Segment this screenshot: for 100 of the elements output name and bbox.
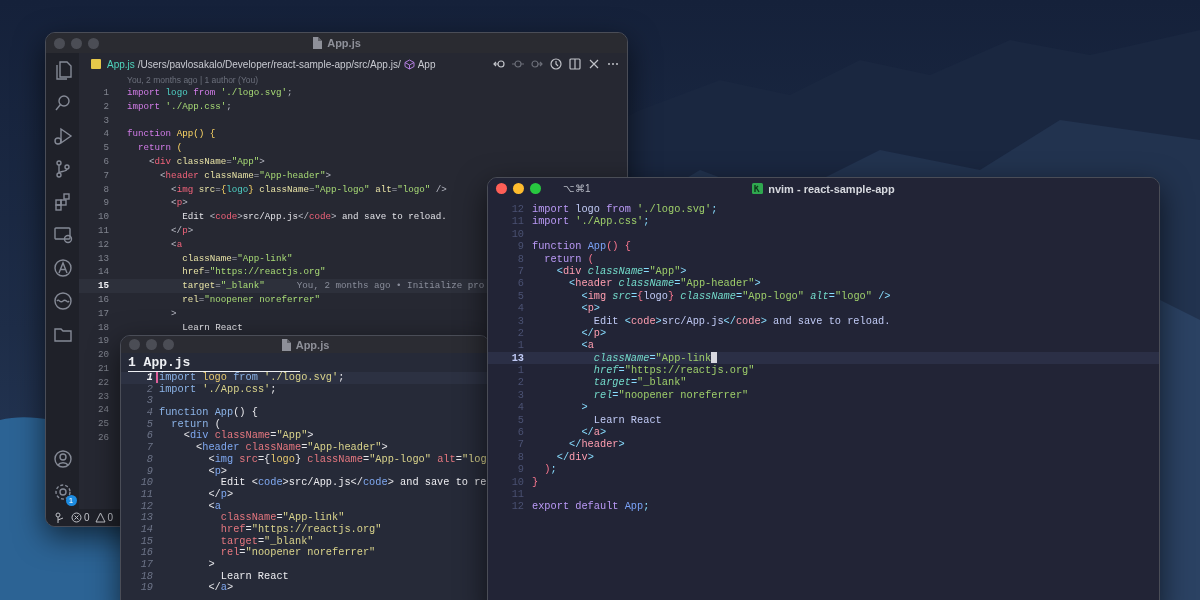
code-line: > <box>580 401 588 414</box>
code-line: <p> <box>170 196 188 211</box>
code-line: target="_blank" <box>181 279 265 293</box>
code-line: target="_blank" <box>219 535 314 547</box>
line-number: 21 <box>97 361 109 376</box>
code-line: href="https://reactjs.org" <box>592 364 755 377</box>
line-number: 2 <box>103 99 109 114</box>
breadcrumb-file[interactable]: App.js <box>107 58 135 70</box>
code-line: > <box>207 559 215 571</box>
blame-annotation: You, 2 months ago • Initialize pro <box>296 279 485 293</box>
text-cursor <box>711 351 718 364</box>
code-line: <img src={logo} className="App-logo" alt="log <box>207 453 487 466</box>
cube-icon <box>403 58 415 70</box>
line-number: 19 <box>140 582 153 595</box>
code-line: import logo from './logo.svg'; <box>127 86 293 100</box>
code-line: import './App.css'; <box>532 215 650 228</box>
warning-icon <box>94 512 106 523</box>
error-count[interactable]: 0 <box>84 512 90 523</box>
code-line: Edit <code>src/App.js</code> and save to reload. <box>181 210 447 224</box>
error-icon <box>71 512 82 523</box>
code-line: return ( <box>137 141 183 155</box>
go-forward-icon[interactable] <box>531 58 543 70</box>
monitor-icon[interactable] <box>51 224 74 246</box>
line-number: 1 <box>103 86 109 100</box>
line-number: 10 <box>140 477 153 489</box>
line-number: 7 <box>103 168 109 183</box>
commit-icon[interactable] <box>512 58 524 70</box>
run-debug-icon[interactable] <box>51 125 74 147</box>
code-line: function App() { <box>532 240 631 253</box>
code-line: <a <box>580 339 594 352</box>
close-button[interactable] <box>496 183 507 194</box>
code-line: Learn React <box>181 320 243 335</box>
code-line: function App() { <box>159 407 258 419</box>
line-number: 19 <box>97 334 109 349</box>
code-line: return ( <box>170 418 221 430</box>
line-number: 9 <box>103 196 109 211</box>
account-icon[interactable] <box>51 448 74 470</box>
code-line: <div className="App"> <box>555 264 687 278</box>
breadcrumb-path[interactable]: /Users/pavlosakalo/Developer/react-sample-app/src/App.js/ <box>137 58 401 70</box>
code-line: <header className="App-header"> <box>195 442 388 454</box>
terminal-icon <box>752 183 764 194</box>
keyboard-shortcut: ⌥⌘1 <box>563 183 591 194</box>
code-line: <div className="App"> <box>182 430 314 442</box>
line-number: 8 <box>146 453 153 466</box>
zoom-button[interactable] <box>530 183 541 194</box>
code-line: ); <box>543 463 557 476</box>
breadcrumb-symbol[interactable]: App <box>417 58 436 70</box>
code-line: Learn React <box>219 570 289 582</box>
remote-icon[interactable] <box>54 511 66 524</box>
go-back-icon[interactable] <box>493 58 505 70</box>
code-line: function App() { <box>127 127 216 142</box>
line-number: 4 <box>146 407 153 419</box>
line-number: 6 <box>103 155 109 169</box>
line-number: 3 <box>517 388 524 402</box>
line-number: 18 <box>97 320 109 335</box>
minimize-button[interactable] <box>513 183 524 194</box>
line-number: 12 <box>97 237 109 252</box>
code-line: <img src={logo} className="App-logo" alt="logo" /> <box>170 182 447 197</box>
split-editor-icon[interactable] <box>569 58 581 70</box>
code-line: </a> <box>580 426 607 439</box>
line-number: 22 <box>97 375 109 390</box>
line-number: 25 <box>97 417 109 431</box>
line-number: 9 <box>146 465 153 478</box>
line-number: 13 <box>140 512 153 524</box>
line-number: 16 <box>140 547 153 559</box>
wave-circle-icon[interactable] <box>51 290 74 312</box>
code-line: <a <box>207 500 221 513</box>
js-file-icon <box>91 59 101 69</box>
code-line: target="_blank" <box>592 376 687 389</box>
code-line: } <box>532 475 539 488</box>
line-number: 26 <box>97 430 109 445</box>
code-line: rel="noopener noreferrer" <box>181 292 320 307</box>
code-line: import logo from './logo.svg'; <box>532 203 718 216</box>
line-number: 15 <box>97 279 109 293</box>
file-icon <box>312 37 323 49</box>
line-number: 20 <box>97 348 109 362</box>
line-number: 17 <box>140 559 153 571</box>
code-line: </p> <box>580 326 607 340</box>
line-number: 18 <box>140 570 153 583</box>
close-icon[interactable] <box>588 58 600 70</box>
code-line: import logo from './logo.svg'; <box>159 372 345 384</box>
line-number: 3 <box>146 395 153 408</box>
line-number: 16 <box>97 292 109 307</box>
line-number: 24 <box>97 403 109 418</box>
code-line: Learn React <box>592 413 662 427</box>
line-number: 2 <box>146 383 153 396</box>
line-number: 23 <box>97 389 109 404</box>
code-line: <p> <box>207 465 227 477</box>
line-number: 10 <box>97 210 109 224</box>
line-number: 5 <box>146 418 153 431</box>
history-icon[interactable] <box>550 58 562 70</box>
code-line: rel="noopener noreferrer" <box>219 547 376 559</box>
code-line: href="https://reactjs.org" <box>181 265 326 280</box>
line-number: 7 <box>146 442 153 454</box>
warning-count[interactable]: 0 <box>107 512 114 523</box>
line-number: 11 <box>140 488 153 501</box>
code-line: </p> <box>207 488 234 501</box>
a-circle-icon[interactable] <box>51 257 74 279</box>
code-line: href="https://reactjs.org" <box>219 523 382 536</box>
code-line: </a> <box>207 582 234 595</box>
